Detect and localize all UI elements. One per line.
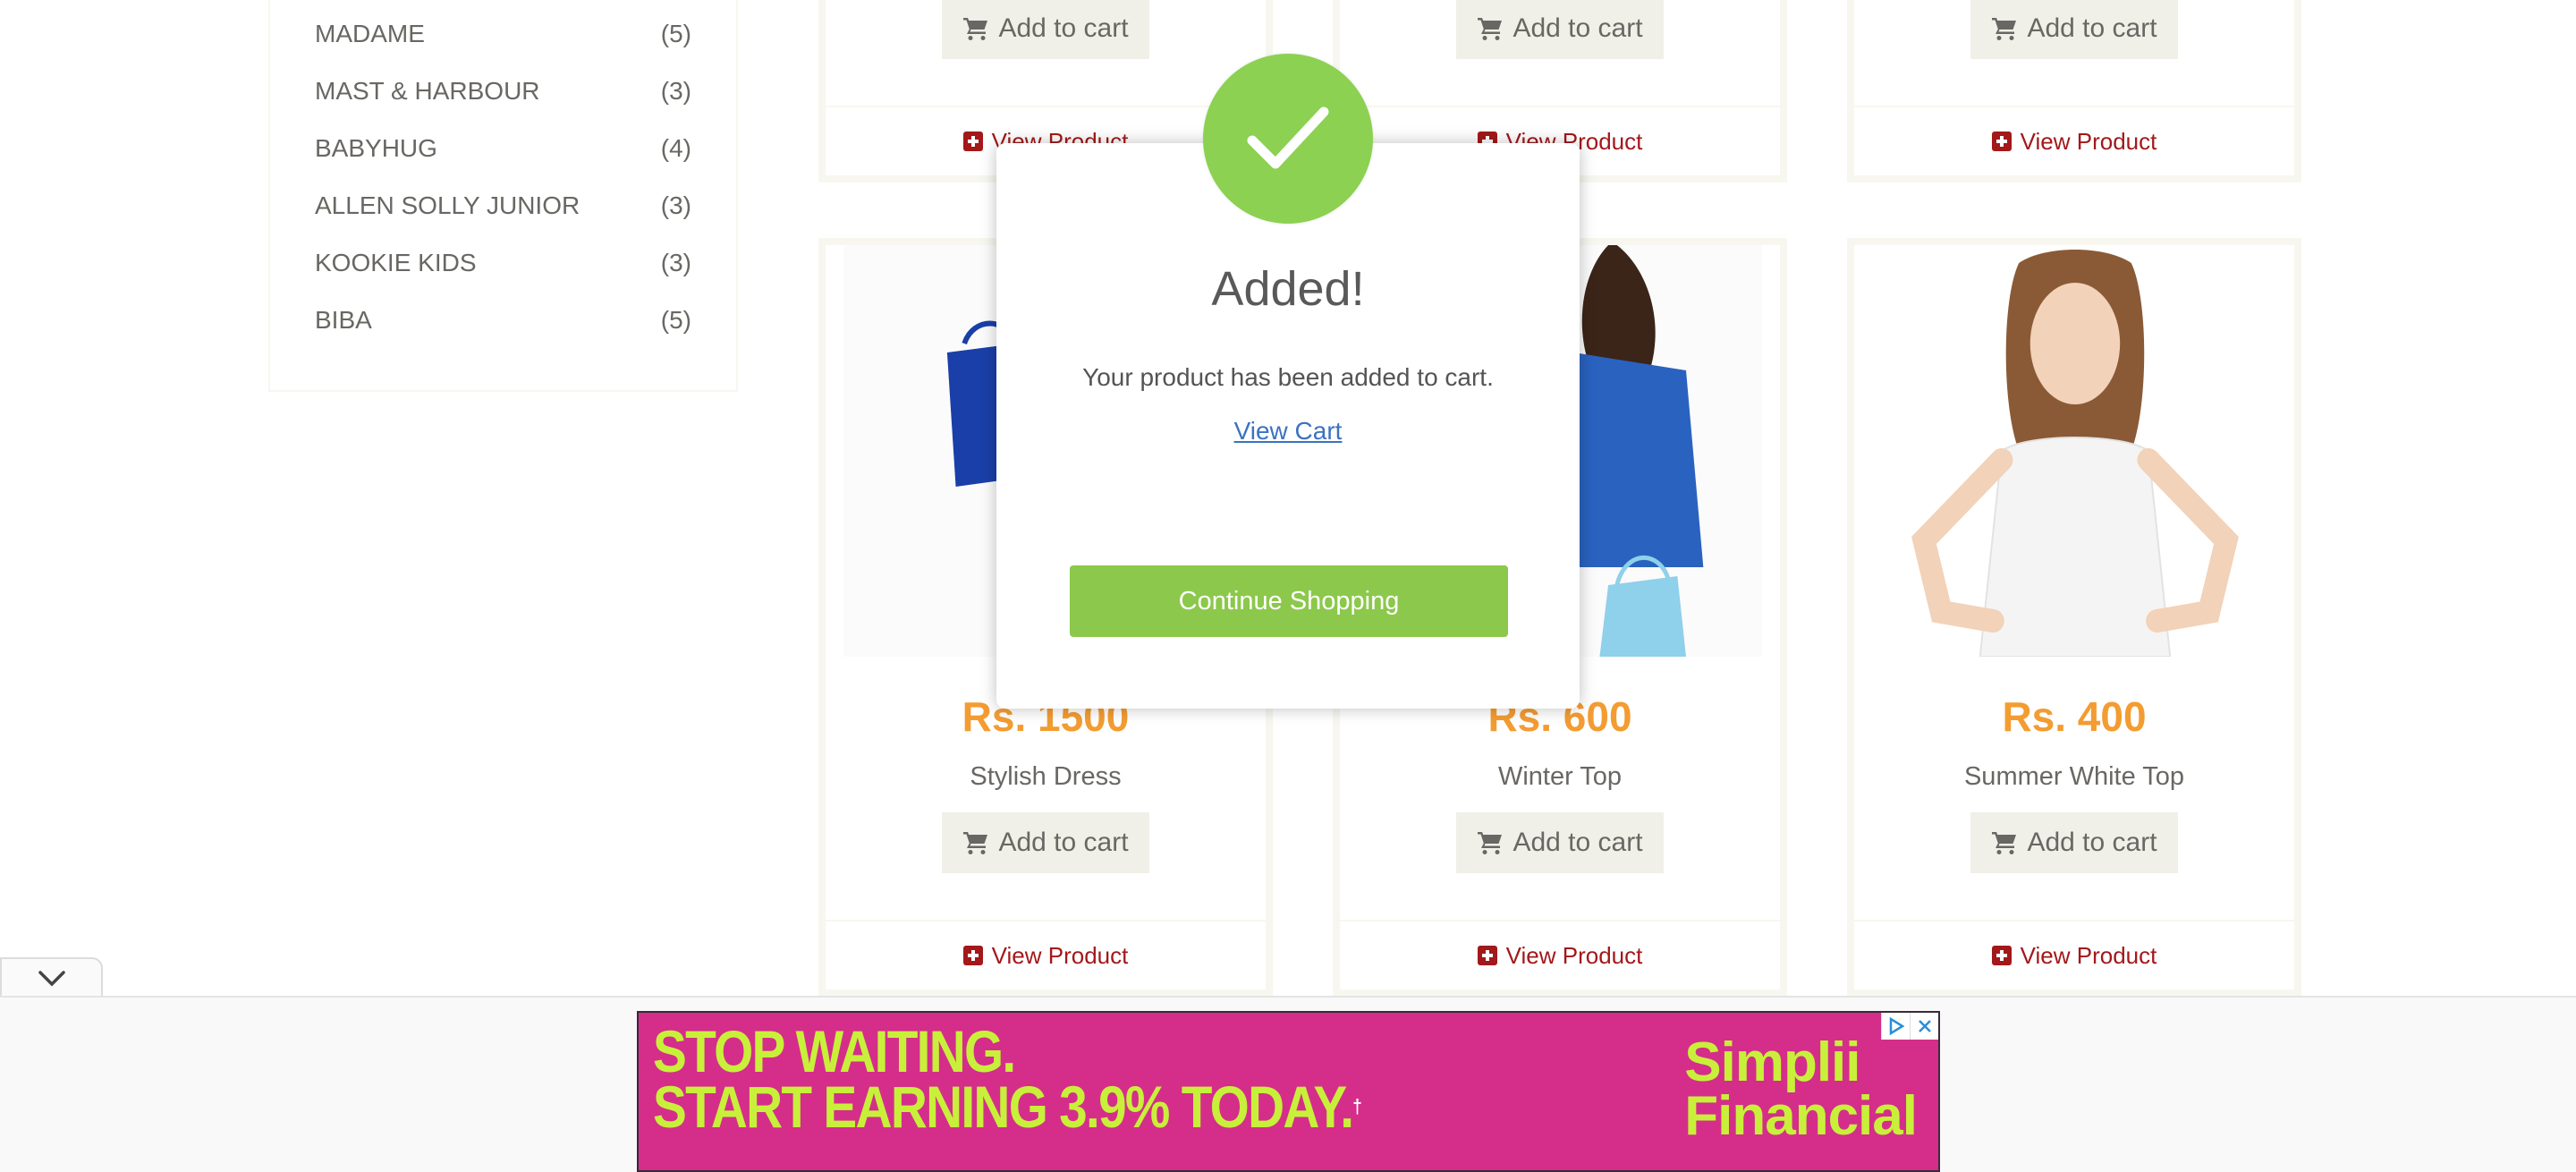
brand-item-babyhug[interactable]: BABYHUG (4) [315,131,691,166]
add-to-cart-button[interactable]: Add to cart [1970,0,2178,59]
ad-brand-logo: Simplii Financial [1684,1032,1918,1147]
brand-count: (5) [660,306,691,334]
view-product-label: View Product [1505,941,1643,969]
add-to-cart-button[interactable]: Add to cart [1970,812,2178,873]
shopping-cart-icon [1478,18,1503,40]
brand-name: BIBA [315,306,372,334]
added-to-cart-modal: Added! Your product has been added to ca… [996,143,1580,709]
add-to-cart-label: Add to cart [998,13,1129,43]
ad-brand-line-1: Simplii [1684,1032,1860,1093]
ad-line-1: STOP WAITING. [653,1018,1016,1084]
modal-title: Added! [1211,262,1365,316]
brand-count: (4) [660,134,691,162]
ad-line-2-text: START EARNING 3.9% TODAY. [653,1074,1354,1140]
plus-square-icon [1991,946,2012,965]
success-check-icon [1203,54,1373,224]
brand-name: MADAME [315,20,425,47]
product-name: Summer White Top [1963,762,2185,791]
product-card: Add to cart View Product [1847,0,2301,183]
ad-dagger: † [1352,1095,1362,1117]
chevron-down-icon [38,971,65,987]
view-product-label: View Product [2020,127,2157,155]
brand-item-kookie-kids[interactable]: KOOKIE KIDS (3) [315,245,691,281]
product-name: Winter Top [1497,762,1623,791]
plus-square-icon [962,946,983,965]
ad-controls [1881,1013,1938,1040]
add-to-cart-button[interactable]: Add to cart [942,812,1149,873]
product-name: Stylish Dress [970,762,1122,791]
product-card: Rs. 400 Summer White Top Add to cart Vie… [1847,238,2301,997]
continue-shopping-button[interactable]: Continue Shopping [1070,565,1508,637]
shopping-cart-icon [1478,832,1503,854]
view-product-link[interactable]: View Product [1854,920,2294,989]
plus-square-icon [1477,946,1497,965]
brand-name: ALLEN SOLLY JUNIOR [315,191,580,219]
plus-square-icon [1991,132,2012,151]
close-icon[interactable] [1910,1013,1938,1040]
ad-brand-line-2: Financial [1684,1085,1918,1147]
brand-count: (3) [660,249,691,276]
view-cart-link[interactable]: View Cart [996,417,1580,446]
brand-item-biba[interactable]: BIBA (5) [315,302,691,338]
product-price: Rs. 400 [2002,693,2147,740]
add-to-cart-label: Add to cart [1513,13,1643,43]
brand-name: KOOKIE KIDS [315,249,477,276]
brand-count: (3) [660,191,691,219]
brand-item-madame[interactable]: MADAME (5) [315,16,691,52]
ad-headline: STOP WAITING. START EARNING 3.9% TODAY.† [653,1018,1362,1136]
product-image[interactable] [1872,245,2276,657]
brand-name: BABYHUG [315,134,437,162]
view-product-link[interactable]: View Product [1340,920,1780,989]
add-to-cart-label: Add to cart [2027,828,2157,857]
add-to-cart-button[interactable]: Add to cart [942,0,1149,59]
brand-name: MAST & HARBOUR [315,77,540,105]
ad-collapse-toggle[interactable] [0,957,103,998]
modal-message: Your product has been added to cart. [1082,363,1494,391]
ad-line-2: START EARNING 3.9% TODAY.† [653,1077,1362,1136]
add-to-cart-button[interactable]: Add to cart [1456,0,1664,59]
ad-banner[interactable]: STOP WAITING. START EARNING 3.9% TODAY.†… [637,1011,1940,1172]
shopping-cart-icon [963,18,988,40]
view-product-label: View Product [991,941,1129,969]
brands-panel: MADAME (5) MAST & HARBOUR (3) BABYHUG (4… [268,0,738,392]
plus-square-icon [962,132,983,151]
view-product-link[interactable]: View Product [1854,106,2294,175]
add-to-cart-label: Add to cart [998,828,1129,857]
add-to-cart-label: Add to cart [1513,828,1643,857]
brand-count: (5) [660,20,691,47]
shopping-cart-icon [1992,18,2017,40]
brand-item-mast-harbour[interactable]: MAST & HARBOUR (3) [315,73,691,109]
shopping-cart-icon [1992,832,2017,854]
ad-choices-icon[interactable] [1881,1013,1910,1040]
brand-count: (3) [660,77,691,105]
brand-item-allen-solly-junior[interactable]: ALLEN SOLLY JUNIOR (3) [315,188,691,224]
shopping-cart-icon [963,832,988,854]
view-product-label: View Product [2020,941,2157,969]
add-to-cart-button[interactable]: Add to cart [1456,812,1664,873]
view-product-link[interactable]: View Product [826,920,1266,989]
add-to-cart-label: Add to cart [2027,13,2157,43]
